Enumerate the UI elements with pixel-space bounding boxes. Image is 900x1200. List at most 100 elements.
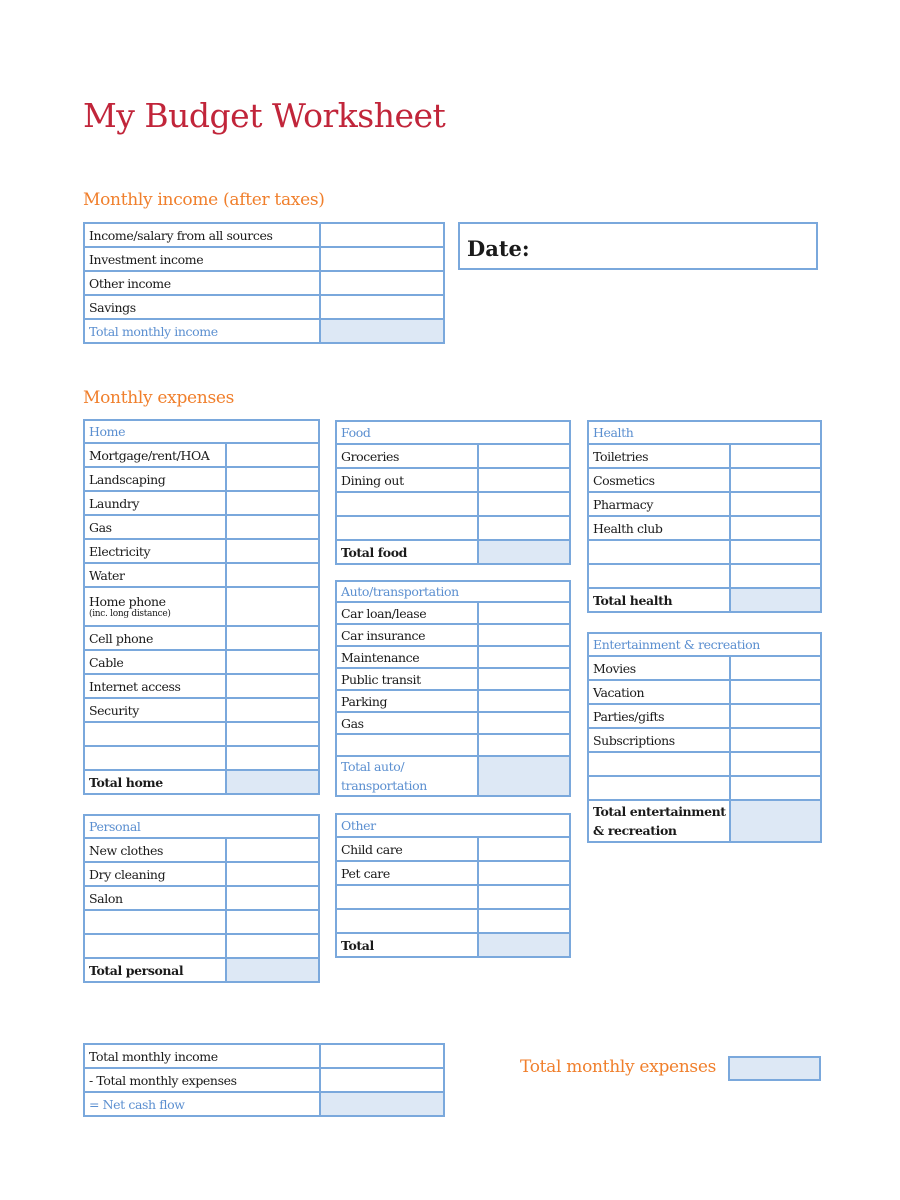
amount-cell[interactable] [319,1067,445,1093]
amount-cell[interactable] [224,562,321,588]
total-cell[interactable] [476,932,572,958]
total-row: Total food [335,539,572,565]
row-label[interactable] [335,515,479,541]
row-label[interactable] [83,745,227,771]
total-cell[interactable] [224,769,321,795]
row-label: - Total monthly expenses [83,1067,321,1093]
row-label[interactable] [587,751,731,777]
amount-cell[interactable] [729,467,822,493]
row-label[interactable] [83,721,227,747]
amount-cell[interactable] [476,860,572,886]
row-label[interactable] [587,539,731,565]
amount-cell[interactable] [476,667,572,691]
table-row [83,745,321,771]
amount-cell[interactable] [224,625,321,651]
amount-cell[interactable] [224,673,321,699]
total-cell[interactable] [319,318,445,344]
amount-cell[interactable] [729,539,822,565]
table-row [83,909,320,935]
date-field[interactable]: Date: [458,222,818,270]
net-cash-flow-cell[interactable] [319,1091,445,1117]
amount-cell[interactable] [476,908,572,934]
amount-cell[interactable] [728,703,823,729]
row-label: Gas [83,514,227,540]
amount-cell[interactable] [319,294,445,320]
row-label: Total monthly income [83,1043,321,1069]
net-cash-flow-label: = Net cash flow [83,1091,321,1117]
amount-cell[interactable] [225,933,320,959]
amount-cell[interactable] [224,442,321,468]
amount-cell[interactable] [729,491,822,517]
amount-cell[interactable] [224,745,321,771]
row-label[interactable] [587,563,731,589]
amount-cell[interactable] [319,270,445,296]
amount-cell[interactable] [476,623,572,647]
amount-cell[interactable] [728,727,823,753]
row-label: Water [83,562,227,588]
table-row: Gas [83,514,321,540]
amount-cell[interactable] [728,775,823,801]
amount-cell[interactable] [476,601,572,625]
home-phone-note: (inc. long distance) [89,609,171,619]
amount-cell[interactable] [476,645,572,669]
row-label[interactable] [335,908,479,934]
table-row [587,539,822,565]
amount-cell[interactable] [728,751,823,777]
row-label: Salon [83,885,227,911]
total-label-line-2: & recreation [593,823,677,838]
amount-cell[interactable] [476,689,572,713]
amount-cell[interactable] [319,1043,445,1069]
amount-cell[interactable] [225,861,320,887]
total-cell[interactable] [476,755,572,797]
amount-cell[interactable] [225,837,320,863]
amount-cell[interactable] [224,466,321,492]
amount-cell[interactable] [224,721,321,747]
table-row: Security [83,697,321,723]
amount-cell[interactable] [224,490,321,516]
row-label[interactable] [587,775,731,801]
row-label[interactable] [83,933,227,959]
amount-cell[interactable] [476,711,572,735]
row-label: Movies [587,655,731,681]
amount-cell[interactable] [224,697,321,723]
amount-cell[interactable] [476,733,572,757]
amount-cell[interactable] [728,655,823,681]
row-label[interactable] [83,909,227,935]
total-cell[interactable] [225,957,320,983]
total-cell[interactable] [476,539,572,565]
amount-cell[interactable] [224,649,321,675]
amount-cell[interactable] [476,443,572,469]
total-label: Total monthly income [83,318,321,344]
total-cell[interactable] [729,587,822,613]
row-label[interactable] [335,733,479,757]
amount-cell[interactable] [319,222,445,248]
table-title: Auto/transportation [334,580,572,603]
amount-cell[interactable] [225,909,320,935]
amount-cell[interactable] [476,467,572,493]
amount-cell[interactable] [729,443,822,469]
amount-cell[interactable] [225,885,320,911]
amount-cell[interactable] [476,515,572,541]
amount-cell[interactable] [476,836,572,862]
income-section-heading: Monthly income (after taxes) [83,190,325,210]
total-cell[interactable] [728,799,823,843]
amount-cell[interactable] [476,884,572,910]
table-row: Cosmetics [587,467,822,493]
amount-cell[interactable] [729,515,822,541]
row-label[interactable] [335,884,479,910]
total-label: Total food [335,539,479,565]
amount-cell[interactable] [729,563,822,589]
row-label: Child care [335,836,479,862]
amount-cell[interactable] [224,514,321,540]
row-label: Groceries [335,443,479,469]
table-row: Pet care [335,860,572,886]
row-label[interactable] [335,491,479,517]
table-row: Car insurance [335,623,572,647]
amount-cell[interactable] [728,679,823,705]
total-row: Total auto/transportation [335,755,572,797]
amount-cell[interactable] [224,586,321,627]
amount-cell[interactable] [224,538,321,564]
amount-cell[interactable] [319,246,445,272]
total-monthly-expenses-field[interactable] [728,1056,821,1081]
amount-cell[interactable] [476,491,572,517]
